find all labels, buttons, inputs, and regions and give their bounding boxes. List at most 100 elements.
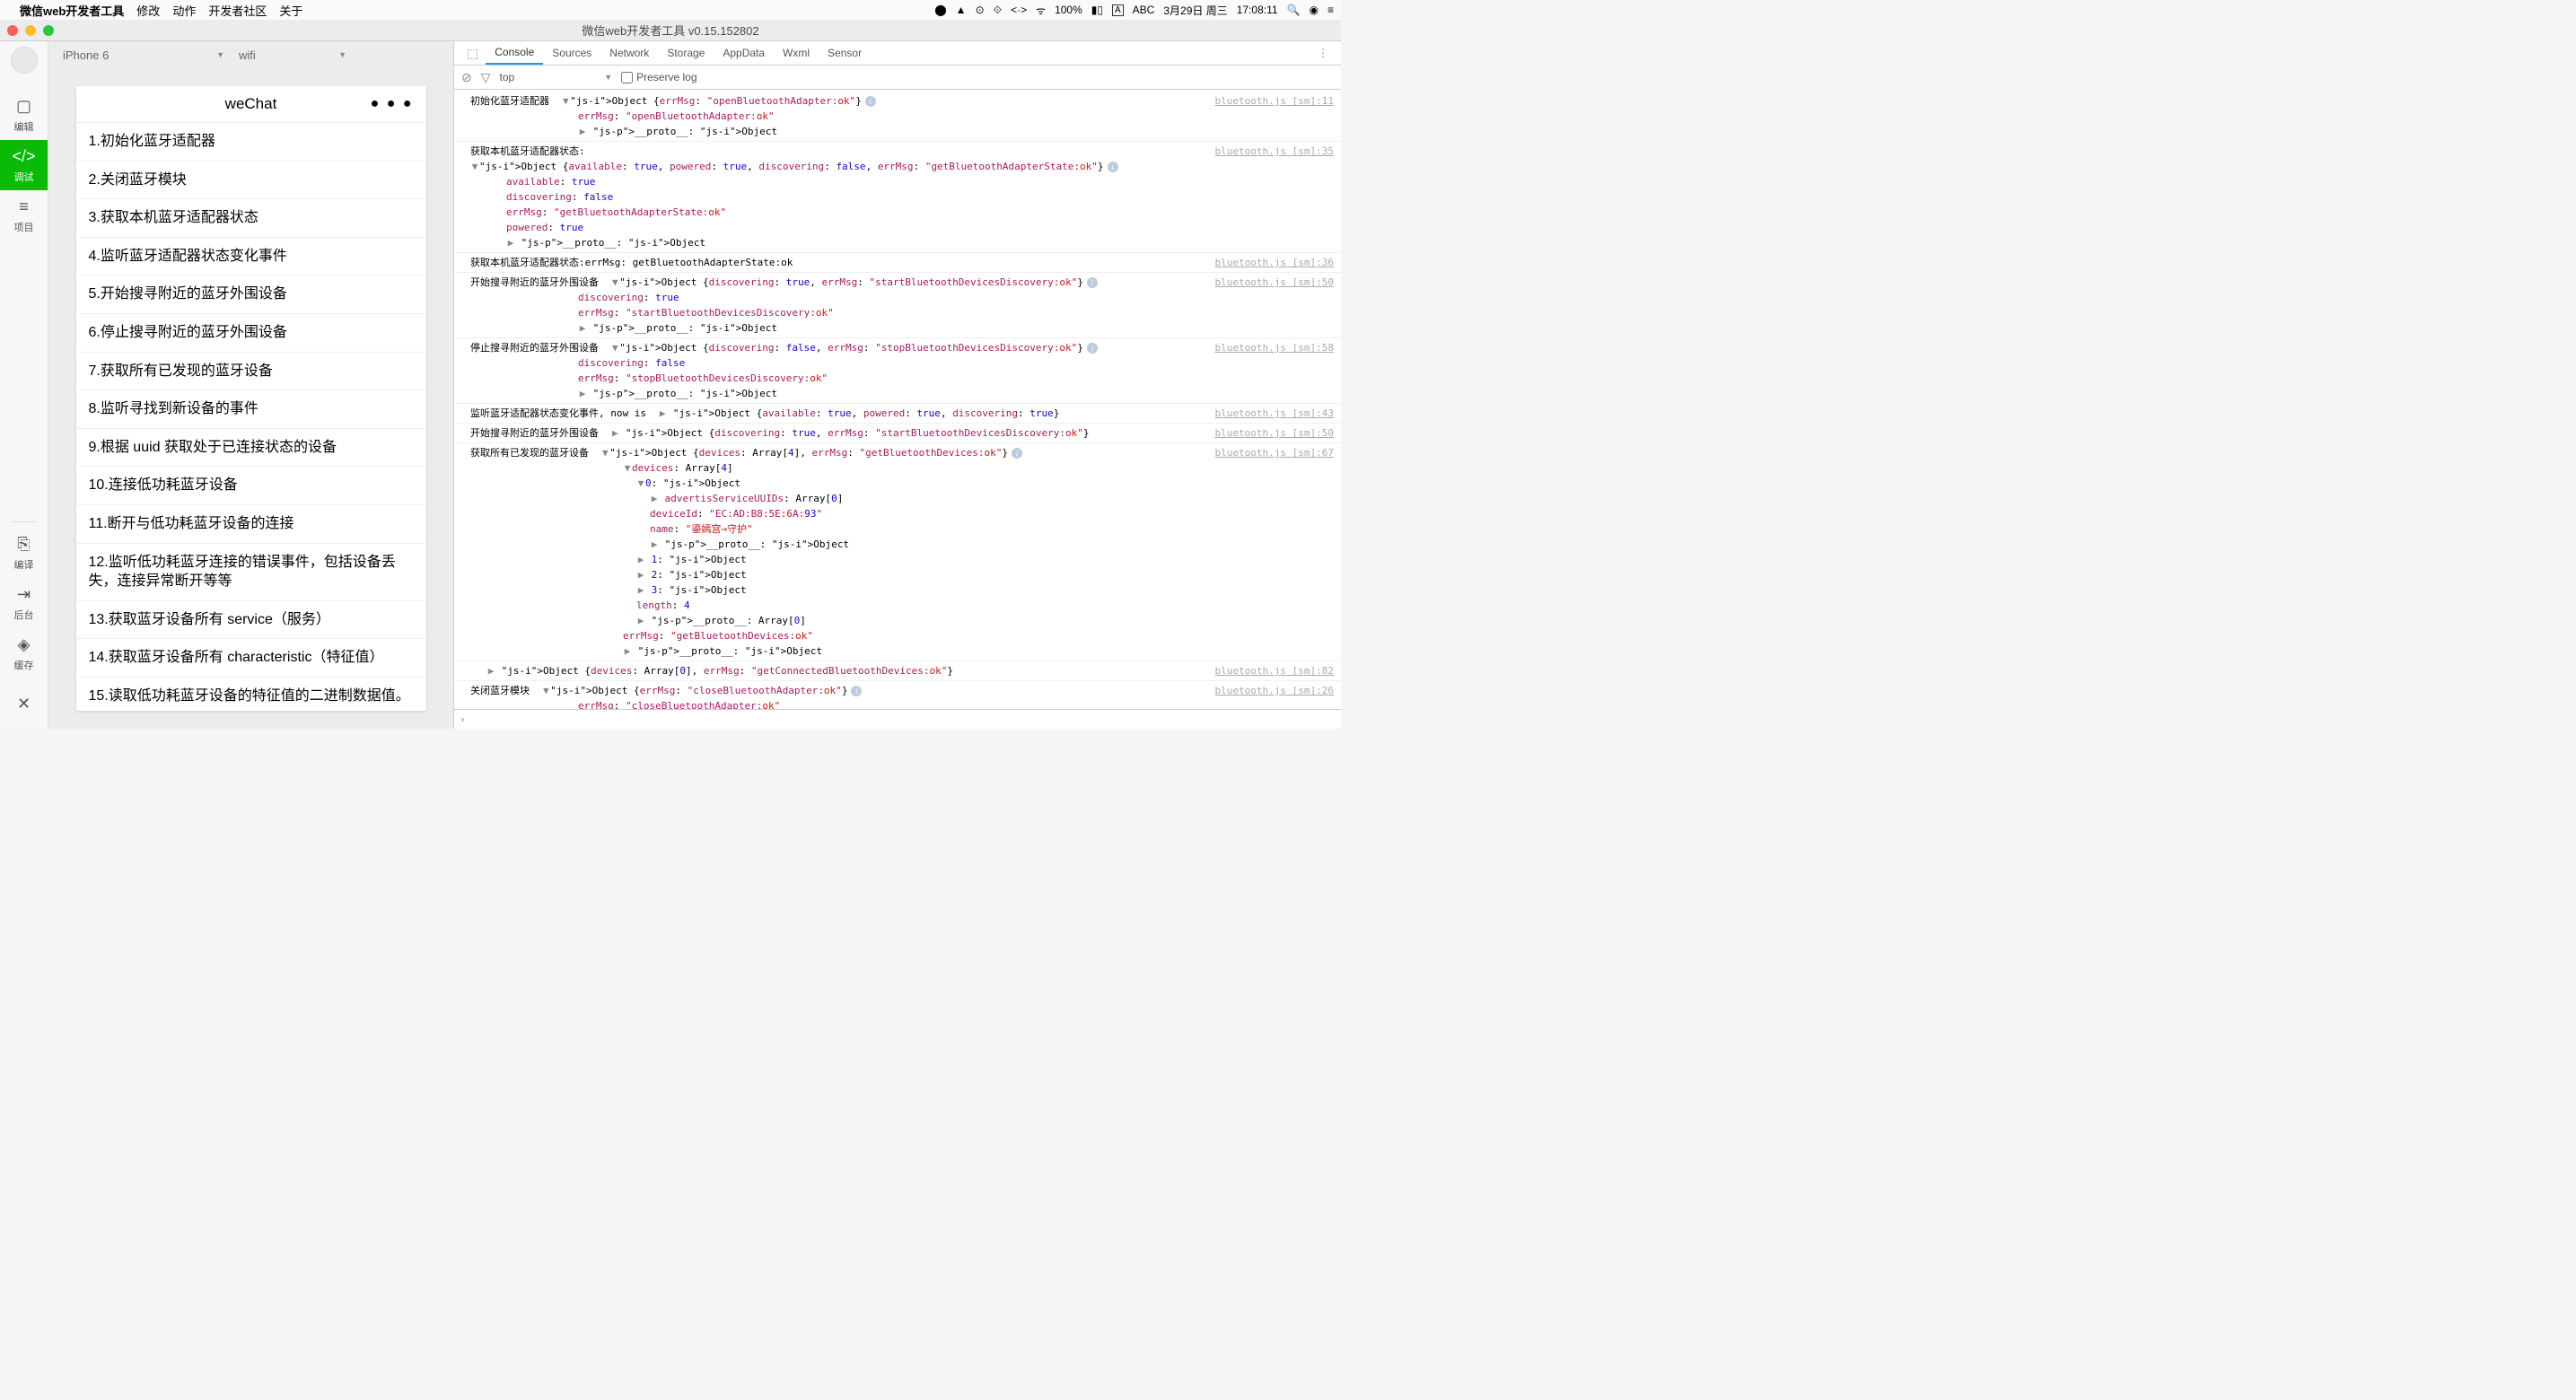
- notification-icon[interactable]: ≡: [1327, 4, 1334, 16]
- edit-icon: ▢: [16, 97, 31, 116]
- window-title: 微信web开发者工具 v0.15.152802: [582, 22, 758, 39]
- list-item[interactable]: 3.获取本机蓝牙适配器状态: [76, 199, 426, 238]
- rail-label: 后台: [14, 608, 34, 622]
- log-source[interactable]: bluetooth.js [sm]:36: [1215, 255, 1334, 270]
- log-source[interactable]: bluetooth.js [sm]:50: [1215, 425, 1334, 441]
- console-log-entry[interactable]: bluetooth.js [sm]:58停止搜寻附近的蓝牙外围设备 ▼"js-i…: [454, 338, 1341, 404]
- list-item[interactable]: 2.关闭蓝牙模块: [76, 162, 426, 200]
- window-close-button[interactable]: [7, 25, 18, 36]
- console-log-entry[interactable]: bluetooth.js [sm]:26关闭蓝牙模块 ▼"js-i">Objec…: [454, 681, 1341, 709]
- rail-project[interactable]: ≡ 项目: [0, 190, 48, 241]
- compile-icon: ⎘: [17, 535, 30, 554]
- status-icon[interactable]: ▲: [956, 4, 967, 16]
- console-log-entry[interactable]: bluetooth.js [sm]:35获取本机蓝牙适配器状态:▼"js-i">…: [454, 142, 1341, 253]
- clear-console-icon[interactable]: ⊘: [461, 70, 472, 85]
- tab-network[interactable]: Network: [600, 42, 658, 64]
- console-log-entry[interactable]: bluetooth.js [sm]:50开始搜寻附近的蓝牙外围设备 ▼"js-i…: [454, 273, 1341, 338]
- rail-compile[interactable]: ⎘ 编译: [0, 528, 48, 578]
- chevron-down-icon: ▼: [604, 73, 612, 82]
- background-icon: ⇥: [17, 585, 31, 604]
- wifi-icon[interactable]: ᯤ: [1036, 3, 1046, 18]
- menubar-item[interactable]: 关于: [279, 2, 302, 19]
- log-source[interactable]: bluetooth.js [sm]:26: [1215, 683, 1334, 698]
- input-method[interactable]: ABC: [1133, 4, 1155, 16]
- status-icon[interactable]: <·>: [1011, 4, 1027, 16]
- status-icon[interactable]: ⬤: [934, 4, 946, 16]
- tab-console[interactable]: Console: [486, 41, 543, 65]
- list-item[interactable]: 7.获取所有已发现的蓝牙设备: [76, 353, 426, 391]
- console-log-entry[interactable]: bluetooth.js [sm]:50开始搜寻附近的蓝牙外围设备 ▶ "js-…: [454, 424, 1341, 443]
- list-item[interactable]: 9.根据 uuid 获取处于已连接状态的设备: [76, 429, 426, 468]
- log-source[interactable]: bluetooth.js [sm]:50: [1215, 275, 1334, 290]
- list-item[interactable]: 1.初始化蓝牙适配器: [76, 123, 426, 162]
- device-select[interactable]: iPhone 6 ▼: [63, 47, 224, 64]
- list-item[interactable]: 14.获取蓝牙设备所有 characteristic（特征值）: [76, 639, 426, 678]
- list-item[interactable]: 15.读取低功耗蓝牙设备的特征值的二进制数据值。: [76, 678, 426, 711]
- left-rail: ▢ 编辑 </> 调试 ≡ 项目 ⎘ 编译 ⇥ 后台 ◈ 缓存 ✕: [0, 41, 48, 729]
- console-body[interactable]: bluetooth.js [sm]:11初始化蓝牙适配器 ▼"js-i">Obj…: [454, 90, 1341, 709]
- battery-pct: 100%: [1055, 4, 1082, 16]
- preserve-log-checkbox[interactable]: Preserve log: [621, 71, 697, 83]
- console-log-entry[interactable]: bluetooth.js [sm]:11初始化蓝牙适配器 ▼"js-i">Obj…: [454, 92, 1341, 142]
- list-item[interactable]: 12.监听低功耗蓝牙连接的错误事件，包括设备丢失，连接异常断开等等: [76, 544, 426, 601]
- window-zoom-button[interactable]: [43, 25, 54, 36]
- log-source[interactable]: bluetooth.js [sm]:43: [1215, 406, 1334, 421]
- phone-frame: weChat ● ● ● 1.初始化蓝牙适配器2.关闭蓝牙模块3.获取本机蓝牙适…: [76, 86, 426, 711]
- input-icon[interactable]: A: [1112, 4, 1124, 16]
- rail-edit[interactable]: ▢ 编辑: [0, 90, 48, 140]
- rail-cache[interactable]: ◈ 缓存: [0, 628, 48, 678]
- more-icon[interactable]: ● ● ●: [371, 96, 414, 112]
- console-log-entry[interactable]: bluetooth.js [sm]:67获取所有已发现的蓝牙设备 ▼"js-i"…: [454, 443, 1341, 661]
- tab-wxml[interactable]: Wxml: [774, 42, 819, 64]
- rail-debug[interactable]: </> 调试: [0, 140, 48, 190]
- window-minimize-button[interactable]: [25, 25, 36, 36]
- log-source[interactable]: bluetooth.js [sm]:35: [1215, 144, 1334, 159]
- tab-sources[interactable]: Sources: [543, 42, 600, 64]
- devtools-panel: ⬚ Console Sources Network Storage AppDat…: [454, 41, 1341, 729]
- log-source[interactable]: bluetooth.js [sm]:67: [1215, 445, 1334, 460]
- rail-label: 调试: [14, 170, 34, 184]
- rail-close[interactable]: ✕: [0, 678, 48, 729]
- list-item[interactable]: 4.监听蓝牙适配器状态变化事件: [76, 238, 426, 276]
- list-item[interactable]: 11.断开与低功耗蓝牙设备的连接: [76, 505, 426, 544]
- console-log-entry[interactable]: bluetooth.js [sm]:43监听蓝牙适配器状态变化事件, now i…: [454, 404, 1341, 424]
- console-log-entry[interactable]: bluetooth.js [sm]:36获取本机蓝牙适配器状态:errMsg: …: [454, 253, 1341, 273]
- log-source[interactable]: bluetooth.js [sm]:11: [1215, 93, 1334, 109]
- cache-icon: ◈: [18, 635, 31, 654]
- tab-appdata[interactable]: AppData: [714, 42, 774, 64]
- rail-background[interactable]: ⇥ 后台: [0, 578, 48, 628]
- status-icon[interactable]: ⊙: [976, 4, 985, 16]
- devtools-menu-icon[interactable]: ⋮: [1310, 47, 1336, 59]
- battery-icon[interactable]: ▮▯: [1091, 4, 1103, 16]
- element-picker-icon[interactable]: ⬚: [460, 46, 486, 61]
- console-log-entry[interactable]: bluetooth.js [sm]:82▶ "js-i">Object {dev…: [454, 661, 1341, 681]
- avatar[interactable]: [11, 47, 38, 74]
- menubar-item[interactable]: 修改: [136, 2, 160, 19]
- preserve-log-input[interactable]: [621, 72, 633, 83]
- list-item[interactable]: 5.开始搜寻附近的蓝牙外围设备: [76, 276, 426, 314]
- spotlight-icon[interactable]: 🔍: [1287, 4, 1301, 16]
- filter-icon[interactable]: ▽: [481, 70, 491, 85]
- phone-list[interactable]: 1.初始化蓝牙适配器2.关闭蓝牙模块3.获取本机蓝牙适配器状态4.监听蓝牙适配器…: [76, 123, 426, 711]
- menubar-time: 17:08:11: [1237, 4, 1278, 16]
- device-label: iPhone 6: [63, 48, 109, 62]
- menubar-item[interactable]: 开发者社区: [208, 2, 267, 19]
- list-item[interactable]: 8.监听寻找到新设备的事件: [76, 390, 426, 429]
- network-label: wifi: [239, 48, 256, 62]
- menubar-app[interactable]: 微信web开发者工具: [20, 2, 124, 19]
- log-source[interactable]: bluetooth.js [sm]:82: [1215, 663, 1334, 678]
- list-item[interactable]: 13.获取蓝牙设备所有 service（服务）: [76, 601, 426, 640]
- menubar-item[interactable]: 动作: [172, 2, 196, 19]
- console-input[interactable]: ›: [454, 709, 1341, 729]
- frame-select[interactable]: top: [500, 71, 515, 83]
- log-source[interactable]: bluetooth.js [sm]:58: [1215, 340, 1334, 355]
- status-icon[interactable]: ⟐: [994, 4, 1002, 17]
- tab-sensor[interactable]: Sensor: [819, 42, 871, 64]
- list-item[interactable]: 6.停止搜寻附近的蓝牙外围设备: [76, 314, 426, 353]
- list-item[interactable]: 10.连接低功耗蓝牙设备: [76, 467, 426, 505]
- network-select[interactable]: wifi ▼: [239, 47, 346, 64]
- rail-label: 编译: [14, 557, 34, 572]
- rail-label: 编辑: [14, 119, 34, 134]
- siri-icon[interactable]: ◉: [1310, 4, 1319, 16]
- tab-storage[interactable]: Storage: [658, 42, 714, 64]
